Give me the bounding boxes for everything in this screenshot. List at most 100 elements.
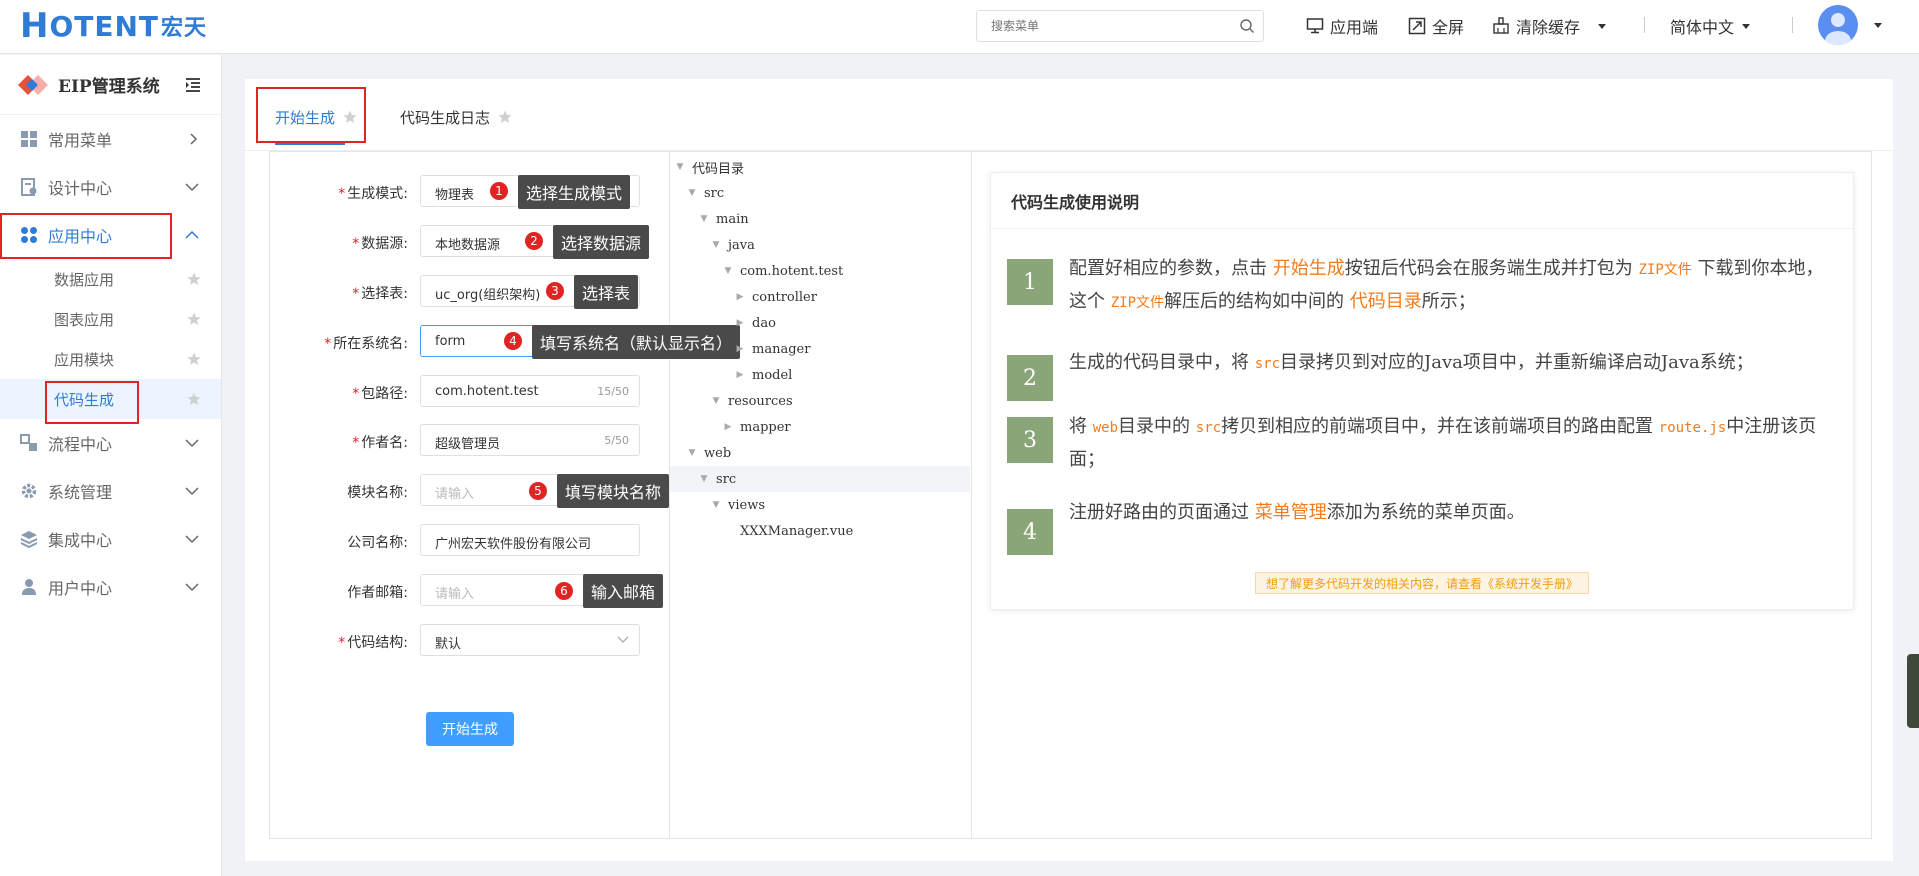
field-value: 超级管理员 [435, 437, 501, 452]
step-text: 配置好相应的参数，点击 开始生成按钮后代码会在服务端生成并打包为 ZIP文件 下… [1069, 258, 1824, 312]
menu-design[interactable]: 设计中心 [0, 163, 221, 211]
broom-icon [1493, 17, 1509, 34]
tree-node[interactable]: XXXManager.vue [722, 518, 853, 544]
tree-node[interactable]: ▶ dao [734, 310, 776, 336]
app-end-button[interactable]: 应用端 [1306, 14, 1378, 38]
tab-label: 开始生成 [275, 108, 336, 127]
side-widget[interactable] [1907, 654, 1919, 728]
fullscreen-icon [1408, 17, 1426, 35]
submenu-label: 图表应用 [54, 310, 115, 329]
logo-letter: H [20, 6, 50, 46]
tree-node[interactable]: ▼ com.hotent.test [722, 258, 844, 284]
field-label: * 选择表: [352, 286, 408, 302]
language-select[interactable]: 简体中文 [1670, 14, 1764, 38]
tip-callout: 输入邮箱 [583, 574, 664, 608]
step-text: 注册好路由的页面通过 菜单管理添加为系统的菜单页面。 [1069, 502, 1525, 523]
dev-manual-note[interactable]: 想了解更多代码开发的相关内容，请查看《系统开发手册》 [1255, 572, 1590, 594]
design-icon [21, 178, 37, 196]
star-icon[interactable] [343, 110, 357, 124]
tree-node[interactable]: ▶ model [734, 362, 793, 388]
tab-start-generate[interactable]: 开始生成 [275, 97, 357, 145]
divider [1644, 17, 1645, 33]
submenu-label: 数据应用 [54, 270, 115, 289]
star-icon[interactable] [187, 312, 201, 326]
field-value: 默认 [435, 637, 462, 652]
field-label: 作者邮箱: [347, 585, 408, 601]
main-content: 开始生成 代码生成日志 * 生成模式: 物理表 * 数据源: 本地数据源 * 选择表:… [245, 79, 1893, 861]
chevron-down-icon [185, 487, 199, 496]
step-number: 2 [1007, 355, 1053, 401]
author-input[interactable]: 超级管理员 5/50 [420, 424, 640, 456]
package-path-input[interactable]: com.hotent.test 15/50 [420, 375, 640, 407]
submenu-code-gen[interactable]: 代码生成 [0, 379, 221, 419]
submenu-app-module[interactable]: 应用模块 [0, 339, 221, 379]
tab-bar: 开始生成 代码生成日志 [245, 79, 1893, 151]
field-label: * 数据源: [352, 236, 408, 252]
step-text: 生成的代码目录中，将 src目录拷贝到对应的Java项目中，并重新编译启动Jav… [1069, 352, 1754, 373]
tree-node[interactable]: ▼ views [710, 492, 765, 518]
star-icon[interactable] [187, 352, 201, 366]
star-icon[interactable] [498, 110, 512, 124]
tip-callout: 选择生成模式 [518, 175, 631, 209]
company-input[interactable]: 广州宏天软件股份有限公司 [420, 524, 640, 556]
clear-cache-label: 清除缓存 [1516, 18, 1581, 37]
tree-node[interactable]: ▼ main [698, 206, 749, 232]
star-icon[interactable] [187, 272, 201, 286]
step-number: 4 [1007, 509, 1053, 555]
system-title: EIP管理系统 [58, 77, 160, 97]
avatar[interactable] [1818, 5, 1858, 45]
menu-integration[interactable]: 集成中心 [0, 515, 221, 563]
menu-fold-icon[interactable] [185, 77, 201, 93]
tip-number: 6 [555, 582, 573, 600]
field-label: * 包路径: [352, 386, 408, 402]
submenu-data-app[interactable]: 数据应用 [0, 259, 221, 299]
chevron-down-icon [185, 183, 199, 192]
fullscreen-button[interactable]: 全屏 [1408, 14, 1464, 38]
menu-label: 系统管理 [48, 483, 113, 502]
step-number: 1 [1007, 259, 1053, 305]
tree-node[interactable]: ▶ mapper [722, 414, 791, 440]
tip-number: 2 [525, 232, 543, 250]
layers-icon [20, 531, 38, 548]
tree-node[interactable]: ▶ manager [734, 336, 811, 362]
tree-node[interactable]: ▼ src [670, 466, 970, 492]
tree-node[interactable]: ▼ web [686, 440, 732, 466]
star-icon[interactable] [187, 392, 201, 406]
tree-node[interactable]: ▼ java [710, 232, 755, 258]
submenu-chart-app[interactable]: 图表应用 [0, 299, 221, 339]
menu-user[interactable]: 用户中心 [0, 563, 221, 611]
tab-underline [275, 143, 346, 145]
chevron-right-icon [190, 133, 198, 145]
start-generate-button[interactable]: 开始生成 [426, 712, 514, 746]
field-label: * 作者名: [352, 435, 408, 451]
structure-select[interactable]: 默认 [420, 624, 640, 656]
submenu-label: 代码生成 [54, 390, 115, 409]
menu-flow[interactable]: 流程中心 [0, 419, 221, 467]
menu-label: 应用中心 [48, 227, 113, 246]
menu-label: 用户中心 [48, 579, 113, 598]
tip-callout: 选择表 [574, 275, 639, 309]
menu-app-center[interactable]: 应用中心 [0, 211, 221, 259]
grid-icon [21, 131, 37, 147]
menu-common[interactable]: 常用菜单 [0, 115, 221, 163]
tree-node[interactable]: ▶ controller [734, 284, 817, 310]
search-box[interactable] [976, 10, 1264, 42]
step-3: 3 将 web目录中的 src拷贝到相应的前端项目中，并在该前端项目的路由配置 … [1007, 416, 1829, 476]
char-count: 15/50 [597, 385, 629, 398]
clear-cache-button[interactable]: 清除缓存 [1492, 14, 1614, 38]
usage-instructions: 代码生成使用说明 1 配置好相应的参数，点击 开始生成按钮后代码会在服务端生成并… [990, 172, 1854, 610]
field-label: * 代码结构: [338, 635, 408, 651]
caret-down-icon[interactable] [1872, 20, 1884, 30]
tab-generate-log[interactable]: 代码生成日志 [400, 97, 512, 137]
search-icon[interactable] [1239, 18, 1255, 34]
menu-label: 常用菜单 [48, 131, 113, 150]
tree-node[interactable]: ▼ src [686, 180, 725, 206]
menu-system[interactable]: 系统管理 [0, 467, 221, 515]
top-bar: HOTENT宏天 应用端 全屏 清除缓存 简体中文 [0, 0, 1919, 54]
tip-callout: 选择数据源 [553, 225, 650, 259]
tree-node[interactable]: ▼ 代码目录 [674, 154, 744, 180]
tree-node[interactable]: ▼ resources [710, 388, 793, 414]
form-row-package: * 包路径: com.hotent.test 15/50 [270, 375, 670, 409]
search-input[interactable] [977, 11, 1217, 41]
step-text: 将 web目录中的 src拷贝到相应的前端项目中，并在该前端项目的路由配置 ro… [1069, 416, 1817, 470]
